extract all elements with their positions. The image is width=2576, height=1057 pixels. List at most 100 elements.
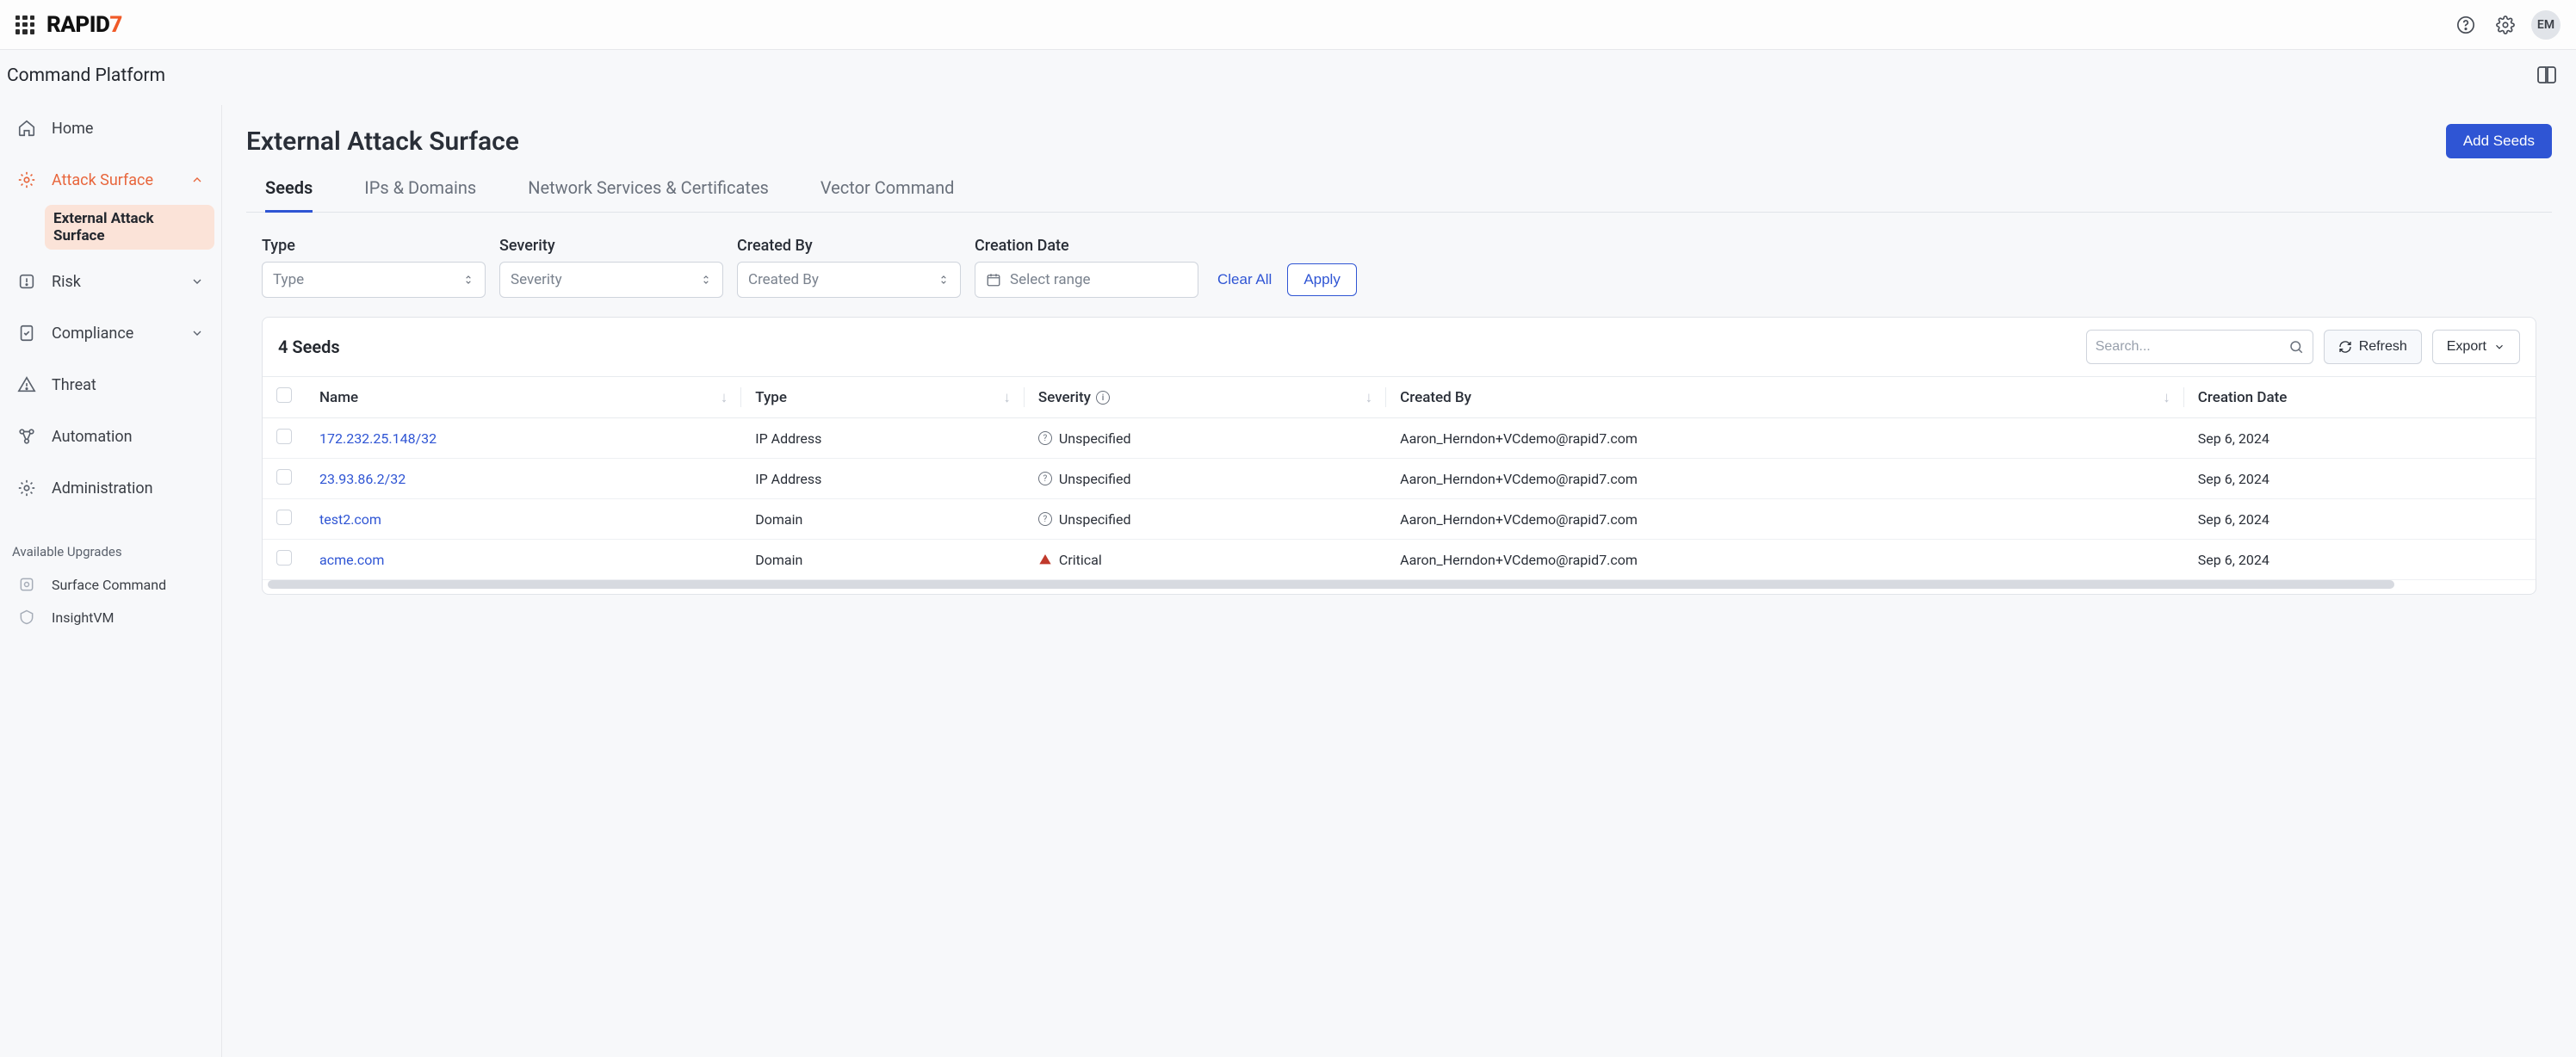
- filter-severity-select[interactable]: Severity: [499, 262, 723, 298]
- filter-created-by-label: Created By: [737, 237, 961, 255]
- table-header-row: Name↓ Type↓ Severityi↓ Created By↓ Creat…: [263, 377, 2536, 418]
- table-row: acme.comDomainCriticalAaron_Herndon+VCde…: [263, 540, 2536, 580]
- nav-label: Attack Surface: [52, 171, 153, 189]
- card-actions: Refresh Export: [2086, 330, 2520, 364]
- filter-type-label: Type: [262, 237, 486, 255]
- filter-type: Type Type: [262, 237, 486, 298]
- col-severity[interactable]: Severityi↓: [1025, 377, 1386, 418]
- subheader: Command Platform: [0, 50, 2576, 105]
- sort-arrow-icon: ↓: [2163, 389, 2170, 406]
- apply-button[interactable]: Apply: [1287, 263, 1357, 296]
- refresh-button[interactable]: Refresh: [2324, 330, 2422, 364]
- attack-surface-icon: [17, 170, 36, 189]
- sort-icon: [462, 272, 474, 287]
- nav-label: Threat: [52, 376, 96, 394]
- page-title: External Attack Surface: [246, 127, 519, 157]
- cell-name: test2.com: [306, 499, 741, 540]
- cell-created-by: Aaron_Herndon+VCdemo@rapid7.com: [1386, 540, 2184, 580]
- filter-type-select[interactable]: Type: [262, 262, 486, 298]
- col-creation-date[interactable]: Creation Date: [2184, 377, 2536, 418]
- sidebar-item-attack-surface[interactable]: Attack Surface: [7, 162, 214, 198]
- row-checkbox-cell: [263, 499, 306, 540]
- row-checkbox-cell: [263, 418, 306, 459]
- seed-link[interactable]: 172.232.25.148/32: [319, 430, 437, 447]
- filter-created-by-placeholder: Created By: [748, 271, 819, 288]
- nav-label: Automation: [52, 428, 133, 446]
- seed-link[interactable]: 23.93.86.2/32: [319, 471, 406, 487]
- filter-creation-date-select[interactable]: Select range: [975, 262, 1198, 298]
- horizontal-scrollbar[interactable]: [268, 580, 2394, 589]
- cell-name: 172.232.25.148/32: [306, 418, 741, 459]
- compliance-icon: [17, 324, 36, 343]
- severity-text: Unspecified: [1059, 511, 1131, 528]
- upgrade-insightvm[interactable]: InsightVM: [7, 601, 214, 634]
- breadcrumb: Command Platform: [7, 65, 165, 86]
- filter-created-by-select[interactable]: Created By: [737, 262, 961, 298]
- threat-icon: [17, 375, 36, 394]
- gear-icon[interactable]: [2492, 11, 2519, 39]
- rapid7-logo[interactable]: RAPID7: [46, 12, 122, 38]
- risk-icon: [17, 272, 36, 291]
- col-type[interactable]: Type↓: [741, 377, 1025, 418]
- row-checkbox[interactable]: [276, 469, 292, 485]
- unspecified-icon: ?: [1038, 512, 1052, 526]
- export-button[interactable]: Export: [2432, 330, 2520, 364]
- cell-created-by: Aaron_Herndon+VCdemo@rapid7.com: [1386, 459, 2184, 499]
- search-box[interactable]: [2086, 330, 2313, 364]
- seed-link[interactable]: acme.com: [319, 552, 384, 568]
- tab-seeds[interactable]: Seeds: [265, 172, 313, 213]
- upgrade-label: InsightVM: [52, 609, 115, 626]
- apps-grid-icon[interactable]: [15, 15, 34, 34]
- sort-arrow-icon: ↓: [721, 389, 728, 406]
- sidebar-item-home[interactable]: Home: [7, 110, 214, 146]
- page-header: External Attack Surface Add Seeds: [246, 124, 2552, 158]
- col-name[interactable]: Name↓: [306, 377, 741, 418]
- add-seeds-button[interactable]: Add Seeds: [2446, 124, 2552, 158]
- help-icon[interactable]: [2452, 11, 2480, 39]
- cell-severity: Critical: [1025, 540, 1386, 580]
- available-upgrades-label: Available Upgrades: [7, 522, 214, 568]
- chevron-down-icon: [190, 275, 204, 288]
- book-icon[interactable]: [2533, 62, 2561, 90]
- col-created-by[interactable]: Created By↓: [1386, 377, 2184, 418]
- administration-icon: [17, 479, 36, 498]
- automation-icon: [17, 427, 36, 446]
- refresh-icon: [2338, 340, 2352, 354]
- sidebar-submenu-attack-surface: External Attack Surface: [45, 205, 214, 250]
- row-checkbox[interactable]: [276, 510, 292, 525]
- cell-severity: ? Unspecified: [1025, 499, 1386, 540]
- upgrade-surface-command[interactable]: Surface Command: [7, 568, 214, 601]
- insightvm-icon: [17, 608, 36, 627]
- info-icon[interactable]: i: [1096, 391, 1110, 405]
- sidebar-item-automation[interactable]: Automation: [7, 418, 214, 454]
- sort-icon: [938, 272, 950, 287]
- filter-creation-date: Creation Date Select range: [975, 237, 1198, 298]
- filter-type-placeholder: Type: [273, 271, 304, 288]
- sidebar-item-threat[interactable]: Threat: [7, 367, 214, 403]
- home-icon: [17, 119, 36, 138]
- cell-severity: ?Unspecified: [1025, 418, 1386, 459]
- sidebar-item-external-attack-surface[interactable]: External Attack Surface: [45, 205, 214, 250]
- user-avatar[interactable]: EM: [2531, 10, 2561, 40]
- search-input[interactable]: [2096, 339, 2282, 355]
- tabs: Seeds IPs & Domains Network Services & C…: [246, 172, 2552, 213]
- tab-vector-command[interactable]: Vector Command: [820, 172, 955, 213]
- chevron-up-icon: [190, 173, 204, 187]
- cell-creation-date: Sep 6, 2024: [2184, 540, 2536, 580]
- sidebar-item-compliance[interactable]: Compliance: [7, 315, 214, 351]
- nav-label: Home: [52, 120, 93, 138]
- select-all-checkbox[interactable]: [276, 387, 292, 403]
- filter-severity-label: Severity: [499, 237, 723, 255]
- severity-text: Critical: [1059, 552, 1102, 568]
- sidebar-item-risk[interactable]: Risk: [7, 263, 214, 300]
- sidebar-item-administration[interactable]: Administration: [7, 470, 214, 506]
- row-checkbox[interactable]: [276, 550, 292, 566]
- seed-link[interactable]: test2.com: [319, 511, 381, 528]
- avatar-initials: EM: [2537, 18, 2554, 32]
- row-checkbox[interactable]: [276, 429, 292, 444]
- tab-network-services-certificates[interactable]: Network Services & Certificates: [528, 172, 769, 213]
- search-icon: [2288, 339, 2304, 355]
- clear-all-button[interactable]: Clear All: [1217, 271, 1272, 288]
- sort-arrow-icon: ↓: [1003, 389, 1011, 406]
- tab-ips-domains[interactable]: IPs & Domains: [364, 172, 476, 213]
